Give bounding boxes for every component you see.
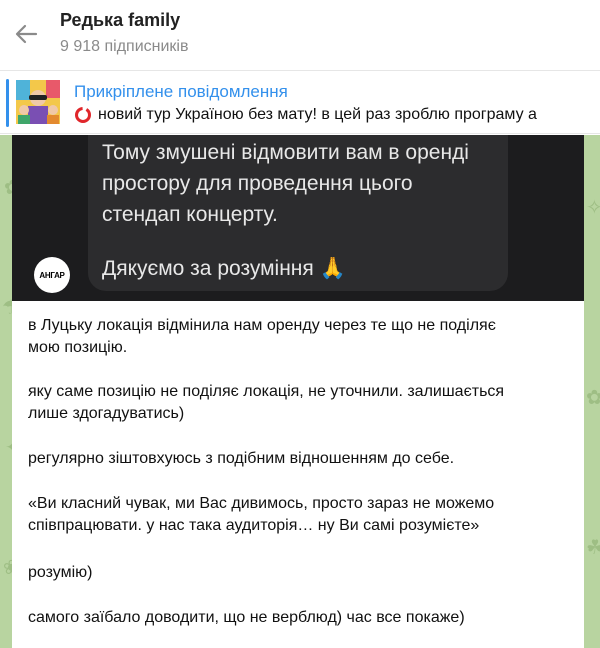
post-image[interactable]: Тому змушені відмовити вам в оренді прос… xyxy=(12,135,584,301)
image-text-line: Тому змушені відмовити вам в оренді xyxy=(102,141,469,164)
message-line: регулярно зіштовхуюсь з подібним відноше… xyxy=(28,450,455,467)
image-text-line: Дякуємо за розуміння 🙏 xyxy=(102,257,346,280)
pinned-message-bar[interactable]: Прикріплене повідомлення новий тур Украї… xyxy=(0,70,600,134)
message-line: розумію) xyxy=(28,564,93,581)
message-line: мою позицію. xyxy=(28,339,128,356)
message-line: лише здогадуватись) xyxy=(28,405,185,422)
pinned-text: новий тур Україною без мату! в цей раз з… xyxy=(98,106,537,123)
pinned-thumbnail xyxy=(16,80,60,124)
back-arrow-icon[interactable] xyxy=(10,18,42,50)
pinned-accent-bar xyxy=(6,79,9,127)
channel-title[interactable]: Редька family xyxy=(60,10,180,31)
image-text-line: стендап концерту. xyxy=(102,203,278,226)
message-line: співпрацювати. у нас така аудиторія… ну … xyxy=(28,517,480,534)
subscriber-count: 9 918 підписників xyxy=(60,38,189,55)
channel-post[interactable]: Тому змушені відмовити вам в оренді прос… xyxy=(12,135,584,648)
venue-logo: АНГАР xyxy=(34,257,70,293)
message-line: в Луцьку локація відмінила нам оренду че… xyxy=(28,317,496,334)
image-text-line: простору для проведення цього xyxy=(102,172,413,195)
chat-header: Редька family 9 918 підписників xyxy=(0,0,600,70)
pinned-label: Прикріплене повідомлення xyxy=(74,82,288,101)
red-circle-icon xyxy=(74,106,92,124)
message-line: яку саме позицію не поділяє локація, не … xyxy=(28,383,505,400)
message-line: самого заїбало доводити, що не верблюд) … xyxy=(28,609,465,626)
message-line: «Ви класний чувак, ми Вас дивимось, прос… xyxy=(28,495,495,512)
pinned-text-row: новий тур Україною без мату! в цей раз з… xyxy=(74,106,600,124)
